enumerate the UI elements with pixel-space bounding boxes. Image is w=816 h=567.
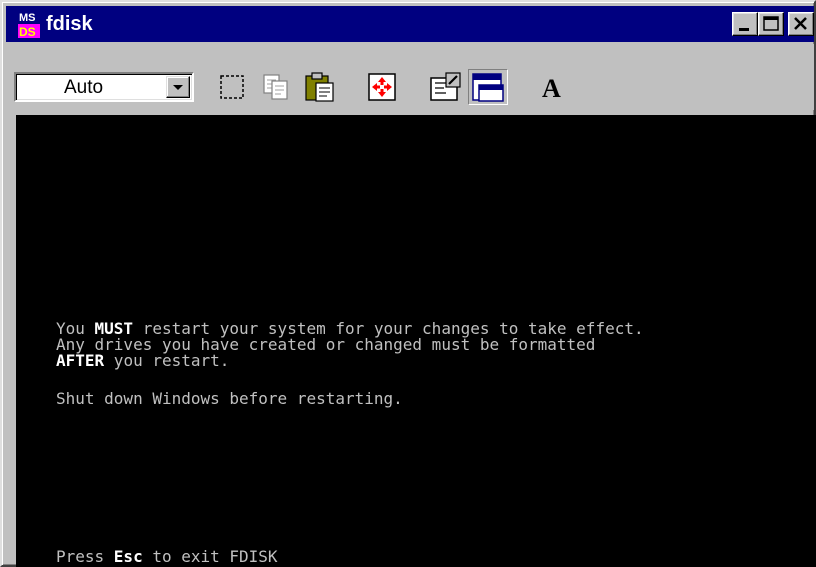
close-icon — [794, 17, 807, 30]
minimize-button[interactable] — [732, 12, 758, 36]
font-size-dropdown-button[interactable] — [166, 76, 190, 98]
mark-icon — [220, 75, 244, 99]
full-screen-icon — [368, 73, 396, 101]
font-icon: A — [542, 74, 561, 103]
font-size-select[interactable]: Auto — [14, 72, 194, 102]
mark-button[interactable] — [212, 69, 252, 105]
minimize-icon — [739, 28, 749, 31]
copy-icon — [263, 74, 288, 100]
paste-button[interactable] — [300, 69, 340, 105]
properties-icon — [430, 72, 461, 101]
window-title: fdisk — [46, 13, 93, 35]
svg-text:A: A — [542, 74, 561, 103]
svg-text:DS: DS — [19, 25, 36, 38]
background-icon — [472, 73, 504, 102]
font-button[interactable]: A — [532, 69, 572, 105]
svg-text:MS: MS — [19, 12, 36, 24]
fdisk-window: MS DS fdisk Auto A You MUST restart your… — [0, 0, 816, 567]
console-footer: Press Esc to exit FDISK — [56, 547, 278, 566]
console-line: AFTER you restart. — [56, 351, 230, 370]
background-button[interactable] — [468, 69, 508, 105]
maximize-button[interactable] — [758, 12, 784, 36]
full-screen-button[interactable] — [362, 69, 402, 105]
close-button[interactable] — [788, 12, 814, 36]
title-bar[interactable]: MS DS fdisk — [6, 6, 814, 42]
font-size-value: Auto — [64, 77, 104, 98]
console-line: Shut down Windows before restarting. — [56, 389, 403, 408]
properties-button[interactable] — [426, 69, 466, 105]
copy-button[interactable] — [256, 69, 296, 105]
chevron-down-icon — [173, 85, 183, 90]
ms-dos-icon: MS DS — [18, 10, 40, 38]
maximize-icon — [763, 16, 779, 31]
paste-icon — [305, 72, 334, 102]
toolbar: Auto A — [6, 44, 814, 110]
console-output[interactable]: You MUST restart your system for your ch… — [16, 115, 816, 567]
